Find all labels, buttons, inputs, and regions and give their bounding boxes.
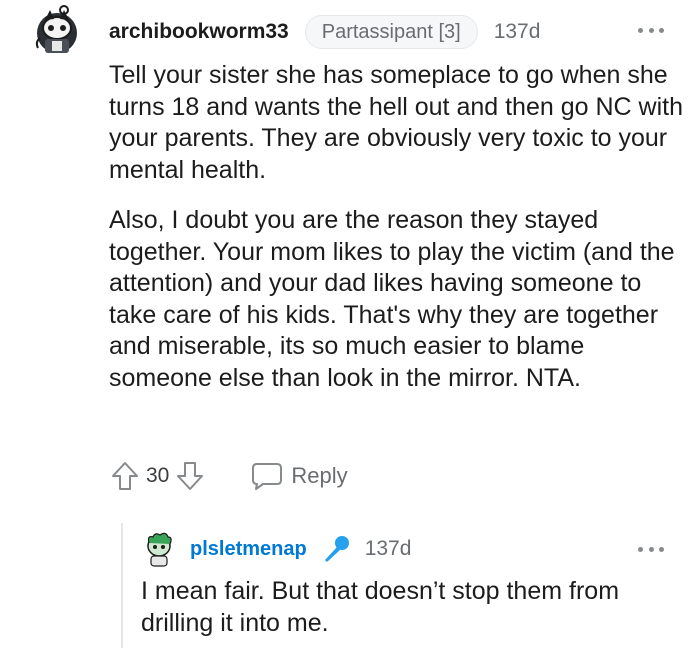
reply-header: plsletmenap 137d bbox=[190, 532, 411, 566]
thread-line[interactable] bbox=[121, 523, 123, 648]
reply-label: Reply bbox=[291, 463, 348, 488]
comment-username[interactable]: archibookworm33 bbox=[109, 20, 289, 44]
comment-age: 137d bbox=[493, 20, 541, 43]
comment-paragraph: Tell your sister she has someplace to go… bbox=[109, 61, 683, 184]
upvote-arrow-icon bbox=[112, 462, 138, 490]
reply-button[interactable]: Reply bbox=[251, 461, 348, 491]
user-avatar-icon[interactable] bbox=[30, 4, 84, 60]
user-flair-badge: Partassipant [3] bbox=[304, 15, 478, 49]
reply-age: 137d bbox=[364, 537, 412, 560]
comment-paragraph: Also, I doubt you are the reason they st… bbox=[109, 206, 675, 392]
downvote-button[interactable] bbox=[175, 460, 205, 492]
more-options-icon[interactable] bbox=[638, 22, 664, 38]
reply-username[interactable]: plsletmenap bbox=[190, 538, 307, 561]
vote-score: 30 bbox=[146, 464, 170, 487]
downvote-arrow-icon bbox=[177, 462, 204, 490]
upvote-button[interactable] bbox=[110, 460, 140, 492]
reply-text: I mean fair. But that doesn’t stop them … bbox=[141, 577, 620, 637]
microphone-icon bbox=[324, 536, 349, 562]
comment-header: archibookworm33 Partassipant [3] 137d bbox=[109, 14, 540, 50]
comment-actions: 30 Reply bbox=[110, 458, 348, 494]
speech-bubble-icon bbox=[252, 463, 283, 490]
reply-more-options-icon[interactable] bbox=[638, 541, 664, 557]
reply-avatar-icon[interactable] bbox=[143, 531, 175, 567]
